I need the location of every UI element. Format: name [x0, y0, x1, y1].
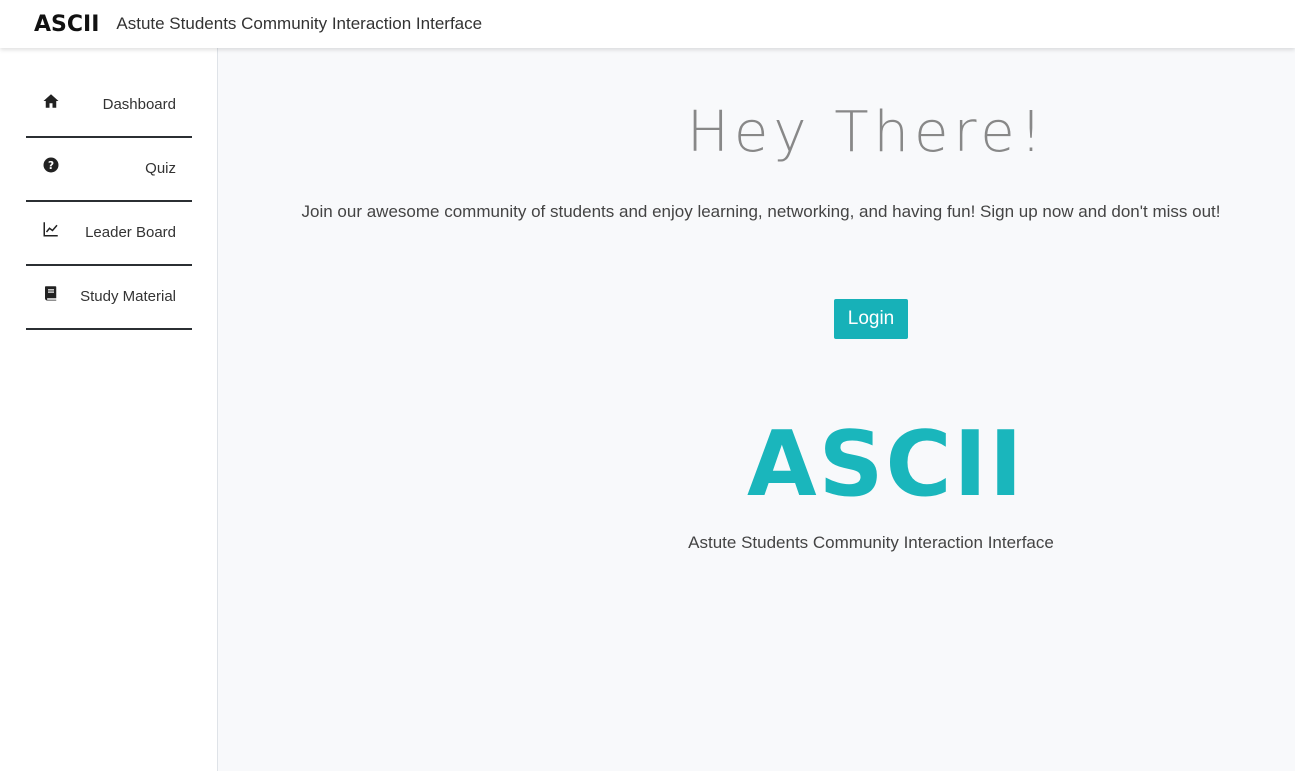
sidebar-item-label: Quiz — [145, 160, 176, 177]
sidebar-item-label: Study Material — [80, 288, 176, 305]
sidebar: Dashboard ? Quiz Leader Board Study Mate… — [0, 48, 218, 771]
sidebar-item-study-material[interactable]: Study Material — [26, 266, 192, 330]
sidebar-item-label: Dashboard — [102, 96, 176, 113]
logo-subtitle: Astute Students Community Interaction In… — [688, 533, 1054, 552]
sidebar-item-quiz[interactable]: ? Quiz — [26, 138, 192, 202]
home-icon — [42, 92, 60, 110]
hero-heading: Hey There! — [686, 100, 1048, 165]
login-button[interactable]: Login — [834, 299, 908, 339]
sidebar-item-dashboard[interactable]: Dashboard — [26, 74, 192, 138]
sidebar-item-leader-board[interactable]: Leader Board — [26, 202, 192, 266]
ascii-logo: ASCII — [747, 412, 1025, 517]
main-content: Hey There! Join our awesome community of… — [219, 48, 1295, 771]
sidebar-item-label: Leader Board — [85, 224, 176, 241]
top-navbar: ASCII Astute Students Community Interact… — [0, 0, 1295, 48]
brand-logo[interactable]: ASCII — [34, 12, 99, 37]
question-circle-icon: ? — [42, 156, 60, 174]
line-chart-icon — [42, 220, 60, 238]
svg-text:?: ? — [48, 160, 54, 172]
brand-subtitle: Astute Students Community Interaction In… — [116, 14, 483, 33]
book-icon — [42, 284, 60, 302]
hero-description: Join our awesome community of students a… — [301, 202, 1221, 221]
